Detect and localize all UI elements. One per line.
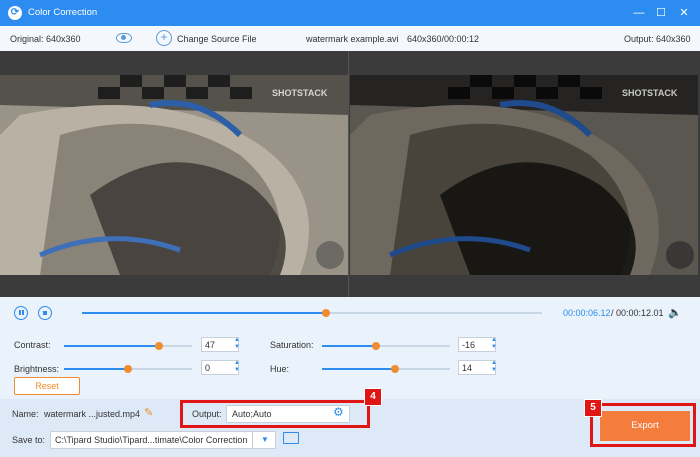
contrast-spinner[interactable]: ▲ ▼ [233, 337, 241, 352]
change-source-button[interactable]: Change Source File [177, 34, 257, 44]
contrast-fill [64, 345, 159, 347]
reset-button[interactable]: Reset [14, 377, 80, 395]
timeline-knob[interactable] [322, 309, 330, 317]
eye-icon[interactable] [116, 33, 132, 43]
output-resolution: Output: 640x360 [624, 34, 691, 44]
output-format-field[interactable]: Auto;Auto [226, 405, 350, 423]
output-label: Output: [192, 409, 222, 419]
hue-spinner[interactable]: ▲ ▼ [490, 360, 498, 375]
corrected-preview [350, 75, 698, 275]
saturation-fill [322, 345, 376, 347]
time-separator: / [611, 308, 614, 318]
watermark-label: SHOTSTACK [272, 88, 328, 98]
saturation-label: Saturation: [270, 340, 314, 350]
output-file-name: watermark ...justed.mp4 [44, 409, 141, 419]
stop-icon [43, 311, 47, 315]
contrast-label: Contrast: [14, 340, 51, 350]
pause-icon [19, 310, 21, 315]
file-name: watermark example.avi [306, 34, 399, 44]
contrast-knob[interactable] [155, 342, 163, 350]
save-path-dropdown[interactable]: ▼ [252, 431, 277, 449]
total-time: 00:00:12.01 [616, 308, 664, 318]
settings-gear-icon[interactable]: ⚙ [333, 405, 344, 419]
hue-knob[interactable] [391, 365, 399, 373]
edit-pencil-icon[interactable]: ✎ [144, 406, 153, 419]
callout-badge-5: 5 [584, 399, 602, 417]
original-resolution: Original: 640x360 [10, 34, 81, 44]
saturation-knob[interactable] [372, 342, 380, 350]
maximize-icon[interactable]: ☐ [653, 5, 669, 21]
name-label: Name: [12, 409, 39, 419]
app-logo-icon: ⟳ [8, 6, 22, 20]
folder-icon[interactable] [283, 432, 299, 444]
preview-divider [348, 51, 349, 297]
hue-fill [322, 368, 395, 370]
pause-button[interactable] [14, 306, 28, 320]
close-icon[interactable]: ✕ [676, 5, 692, 21]
brightness-spinner[interactable]: ▲ ▼ [233, 360, 241, 375]
original-preview [0, 75, 348, 275]
window-title: Color Correction [28, 7, 98, 18]
watermark-label-corrected: SHOTSTACK [622, 88, 678, 98]
title-bar: ⟳ Color Correction — ☐ ✕ [0, 0, 700, 26]
export-button[interactable]: Export [600, 411, 690, 441]
save-to-label: Save to: [12, 435, 46, 445]
volume-icon[interactable]: 🔈 [668, 306, 682, 319]
save-path-text: C:\Tipard Studio\Tipard...timate\Color C… [55, 435, 248, 445]
info-bar: Original: 640x360 + Change Source File w… [0, 26, 700, 52]
timeline-progress [82, 312, 326, 314]
brightness-knob[interactable] [124, 365, 132, 373]
add-icon[interactable]: + [156, 30, 172, 46]
callout-badge-4: 4 [364, 388, 382, 406]
brightness-label: Brightness: [14, 364, 60, 374]
minimize-icon[interactable]: — [631, 5, 647, 21]
current-time: 00:00:06.12 [563, 308, 611, 318]
file-duration: 640x360/00:00:12 [407, 34, 480, 44]
brightness-fill [64, 368, 128, 370]
hue-label: Hue: [270, 364, 290, 374]
saturation-spinner[interactable]: ▲ ▼ [490, 337, 498, 352]
